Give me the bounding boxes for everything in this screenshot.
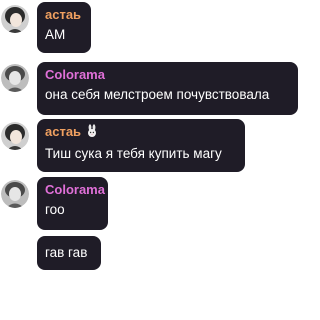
avatar[interactable] [1,64,29,92]
message-author[interactable]: Colorama [45,67,290,83]
user-avatar-grayscale-icon [1,64,29,92]
message-text: гав гав [45,245,88,260]
user-avatar-grayscale-icon [1,180,29,208]
user-avatar-dark-hair-icon [1,122,29,150]
user-avatar-dark-hair-icon [1,5,29,33]
message-text: Тиш сука я тебя купить магу [45,146,222,161]
avatar[interactable] [1,5,29,33]
message-text: гоо [45,202,65,217]
message-text: она себя мелстроем почувствовала [45,87,270,102]
message-bubble: астаь Тиш сука я тебя купить магу [37,119,245,172]
message-author[interactable]: астаь [45,7,83,23]
message-text: АМ [45,27,66,42]
message-author[interactable]: астаь [45,124,237,142]
message-bubble: Colorama гоо [37,177,108,230]
avatar[interactable] [1,180,29,208]
message-bubble: астаь АМ [37,2,91,53]
message-bubble: Colorama она себя мелстроем почувствовал… [37,62,298,115]
avatar[interactable] [1,122,29,150]
message-author-name: астаь [45,124,82,139]
message-author[interactable]: Colorama [45,182,105,198]
bunny-badge-icon [85,124,99,142]
message-bubble: гав гав [37,236,101,270]
